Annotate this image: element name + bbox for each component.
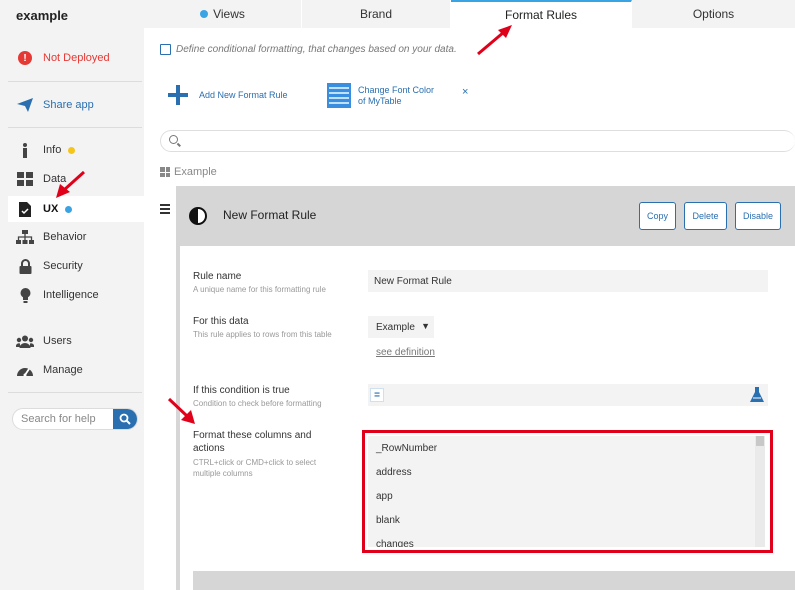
sidebar-item-security[interactable]: Security [16, 258, 83, 274]
columns-label: Format these columns and actions [193, 430, 312, 454]
disable-button[interactable]: Disable [735, 202, 781, 230]
next-section-bar [193, 571, 795, 590]
add-format-rule-label: Add New Format Rule [199, 90, 288, 100]
column-option[interactable]: _RowNumber [368, 436, 760, 460]
grid-icon [16, 171, 34, 187]
add-format-rule-button[interactable]: Add New Format Rule [167, 84, 288, 106]
sidebar-item-users[interactable]: Users [16, 333, 72, 349]
divider [8, 127, 142, 128]
status-dot [65, 205, 73, 213]
info-icon [16, 142, 34, 158]
format-rule-chip-title: Change Font Color [358, 84, 435, 95]
page-hint-text: Define conditional formatting, that chan… [176, 44, 457, 55]
divider [8, 392, 142, 393]
search-icon [169, 135, 178, 144]
column-option[interactable]: address [368, 460, 760, 484]
columns-help: CTRL+click or CMD+click to select multip… [193, 458, 317, 478]
tab-brand[interactable]: Brand [302, 0, 451, 28]
see-definition-link[interactable]: see definition [376, 347, 435, 358]
sidebar-item-behavior[interactable]: Behavior [16, 229, 86, 245]
help-search-input[interactable]: Search for help [13, 413, 113, 425]
sidebar-item-info[interactable]: Info [16, 142, 76, 158]
table-group-label: Example [160, 166, 217, 178]
close-icon[interactable]: × [462, 86, 468, 98]
status-dot [68, 146, 76, 154]
flask-icon[interactable] [748, 385, 766, 405]
column-option[interactable]: changes [368, 532, 760, 548]
app-name[interactable]: example [16, 8, 68, 23]
tab-label: Brand [359, 7, 393, 21]
caret-down-icon: ▼ [421, 321, 430, 331]
sidebar-item-label: Info [43, 144, 62, 156]
condition-help: Condition to check before formatting [193, 399, 322, 408]
search-icon[interactable] [113, 409, 137, 429]
format-rule-chip-subtitle: of MyTable [358, 95, 402, 106]
deploy-status-label: Not Deployed [43, 52, 110, 64]
help-search[interactable]: Search for help [12, 408, 138, 430]
sidebar-item-label: Users [43, 335, 72, 347]
sidebar-item-label: Behavior [43, 231, 87, 243]
expression-icon: = [370, 388, 384, 402]
table-group-name: Example [174, 166, 217, 178]
status-dot [200, 10, 209, 18]
copy-button[interactable]: Copy [639, 202, 676, 230]
contrast-icon [189, 207, 207, 225]
share-app-label: Share app [43, 99, 94, 111]
columns-options: _RowNumber address app blank changes [368, 436, 760, 547]
share-app-link[interactable]: Share app [16, 97, 94, 113]
tab-label: Options [692, 7, 735, 21]
grid-icon [160, 167, 170, 177]
annotation-arrow-icon [56, 170, 86, 198]
annotation-arrow-icon [477, 25, 512, 56]
table-icon [327, 83, 351, 108]
rule-name-input[interactable]: New Format Rule [368, 270, 768, 292]
format-rule-chip[interactable]: Change Font Color of MyTable × [327, 83, 468, 108]
paper-plane-icon [16, 97, 34, 113]
for-data-label: For this data [193, 316, 249, 327]
lock-icon [16, 258, 34, 274]
condition-label: If this condition is true [193, 385, 290, 396]
sidebar-item-manage[interactable]: Manage [16, 362, 83, 378]
sidebar-item-label: Manage [43, 364, 83, 376]
table-select[interactable]: Example ▼ [368, 316, 434, 338]
scrollbar[interactable] [755, 436, 765, 547]
format-rule-chip-text: Change Font Color of MyTable [358, 85, 434, 107]
rule-card-header[interactable]: New Format Rule Copy Delete Disable [176, 186, 795, 246]
scrollbar-thumb[interactable] [756, 436, 764, 446]
rule-name-label: Rule name [193, 271, 242, 282]
sidebar: example ! Not Deployed Share app Info Da… [0, 0, 144, 590]
column-option[interactable]: app [368, 484, 760, 508]
sidebar-item-label: Intelligence [43, 289, 99, 301]
book-icon [160, 44, 171, 55]
document-icon [16, 201, 34, 217]
alert-icon: ! [18, 51, 32, 65]
columns-multiselect[interactable]: _RowNumber address app blank changes [362, 430, 773, 553]
delete-button[interactable]: Delete [684, 202, 727, 230]
rule-name-help: A unique name for this formatting rule [193, 285, 326, 294]
lightbulb-icon [16, 287, 34, 303]
tab-label: Views [213, 7, 245, 21]
divider [8, 81, 142, 82]
hierarchy-icon [16, 229, 34, 245]
plus-icon [167, 84, 189, 106]
rule-card-title: New Format Rule [223, 208, 317, 222]
for-data-help: This rule applies to rows from this tabl… [193, 330, 332, 339]
sidebar-item-label: UX [43, 203, 59, 215]
sidebar-item-label: Security [43, 260, 83, 272]
column-option[interactable]: blank [368, 508, 760, 532]
condition-input[interactable]: = [368, 384, 768, 406]
annotation-arrow-icon [167, 397, 195, 424]
table-select-value: Example [376, 321, 415, 333]
gauge-icon [16, 362, 34, 378]
tab-options[interactable]: Options [632, 0, 795, 28]
deploy-status[interactable]: ! Not Deployed [18, 51, 110, 65]
page-hint: Define conditional formatting, that chan… [160, 44, 457, 55]
rules-search-input[interactable] [160, 130, 795, 152]
tab-views[interactable]: Views [144, 0, 302, 28]
sidebar-item-intelligence[interactable]: Intelligence [16, 287, 99, 303]
users-icon [16, 333, 34, 349]
drag-handle-icon[interactable] [160, 204, 170, 216]
